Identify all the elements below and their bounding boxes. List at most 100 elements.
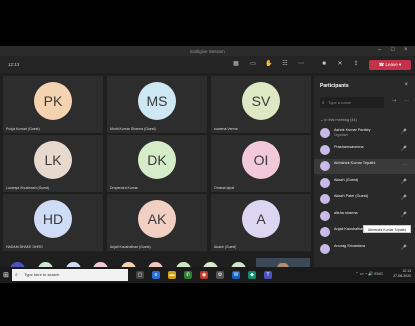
video-tile[interactable]: HD HADAM BHAKE DHRO	[3, 194, 103, 251]
mic-icon[interactable]: 🎤	[401, 179, 407, 185]
teams-icon[interactable]: T	[264, 271, 272, 279]
avatar	[320, 194, 330, 204]
avatar	[320, 243, 330, 254]
participants-panel: Participants × ⌕ Type a name ⇢ ⋯ ⌄ In th…	[314, 76, 415, 283]
mic-icon[interactable]: 🎤	[401, 212, 407, 218]
edge-icon[interactable]: e	[152, 271, 160, 279]
avatar	[320, 177, 330, 188]
video-tile[interactable]: PK Pooja Kumari (Guest)	[3, 76, 103, 133]
taskbar-search-input[interactable]: ⌕ Type here to search	[12, 269, 128, 281]
avatar: SV	[242, 82, 280, 120]
avatar: PK	[34, 82, 72, 120]
participant-row[interactable]: Akash (Guest) 🎤	[314, 176, 415, 191]
video-tile[interactable]: OI Omana Iqbal	[211, 135, 311, 192]
windows-start-icon[interactable]: ⊞	[3, 271, 9, 279]
avatar	[320, 128, 330, 138]
maximize-icon[interactable]: □	[391, 47, 395, 53]
mic-off-icon[interactable]: ✕	[336, 60, 344, 68]
mic-icon[interactable]: 🎤	[401, 245, 407, 251]
raise-hand-icon[interactable]: ✋	[265, 60, 273, 68]
more-actions-icon[interactable]: ⋯	[297, 60, 305, 68]
search-placeholder: Type a name	[328, 100, 352, 105]
taskbar-search-placeholder: Type here to search	[24, 272, 60, 277]
participant-name: Prashamsaveena	[334, 144, 364, 149]
layout-icon[interactable]: ▦	[232, 60, 240, 68]
mic-icon[interactable]: 🎤	[401, 129, 407, 135]
video-tile[interactable]: SV suvarna Verma	[211, 76, 311, 133]
avatar	[320, 161, 330, 171]
mic-icon[interactable]: 🎤	[401, 146, 407, 152]
people-icon[interactable]: ☷	[281, 60, 289, 68]
participant-name: Akash (Guest)	[334, 177, 359, 182]
participant-name: Anurag Srivastava	[334, 243, 366, 248]
screen: Earligive Session – □ × 12:13 ▦ ▭ ✋ ☷ ⋯ …	[0, 0, 415, 326]
app-icon[interactable]: ◆	[248, 271, 256, 279]
avatar: HD	[34, 200, 72, 238]
minimize-icon[interactable]: –	[378, 47, 381, 53]
participant-row[interactable]: Prashamsaveena 🎤	[314, 143, 415, 158]
participant-role: Organiser	[334, 133, 348, 137]
avatar: OI	[242, 141, 280, 179]
panel-title: Participants	[320, 83, 349, 89]
participant-name: Omana Iqbal	[214, 186, 235, 190]
meeting-timer: 12:13	[8, 62, 20, 67]
participant-tooltip: Abhishek Kumar Tripathi	[363, 225, 411, 233]
participant-name: HADAM BHAKE DHRO	[6, 245, 43, 249]
whatsapp-icon[interactable]: ✆	[184, 271, 192, 279]
participant-name: Pooja Kumari (Guest)	[6, 127, 40, 131]
window-title: Earligive Session	[190, 48, 225, 54]
participant-name: suvarna Verma	[214, 127, 238, 131]
teams-meeting-window: Earligive Session – □ × 12:13 ▦ ▭ ✋ ☷ ⋯ …	[0, 46, 415, 283]
video-tile[interactable]: A Akash (Guest)	[211, 194, 311, 251]
avatar: DK	[138, 141, 176, 179]
participant-row[interactable]: Ashok Kumar Pantley Organiser 🎤	[314, 126, 415, 141]
avatar: LK	[34, 141, 72, 179]
leave-label: Leave	[385, 62, 398, 67]
close-icon[interactable]: ×	[404, 47, 408, 53]
video-tile[interactable]: DK Dropendra Kumar	[107, 135, 207, 192]
taskbar-clock[interactable]: 12:13 27-08-2020	[393, 269, 411, 279]
section-label: In this meeting (44)	[324, 118, 357, 122]
search-icon: ⌕	[15, 272, 18, 278]
avatar	[320, 144, 330, 155]
avatar: A	[242, 200, 280, 238]
task-view-icon[interactable]: ▢	[136, 271, 144, 279]
file-explorer-icon[interactable]: ▬	[168, 271, 176, 279]
participant-name: alisha sharma	[334, 210, 358, 215]
participant-row[interactable]: Akash Patel (Guest) 🎤	[314, 192, 415, 207]
participant-search-input[interactable]: ⌕ Type a name	[320, 97, 384, 108]
chat-icon[interactable]: ▭	[249, 60, 257, 68]
panel-close-icon[interactable]: ×	[404, 82, 408, 88]
chrome-icon[interactable]: ◉	[200, 271, 208, 279]
title-bar: Earligive Session – □ ×	[0, 46, 415, 56]
video-tile[interactable]: LK Lovanya Khushwah (Guest)	[3, 135, 103, 192]
word-icon[interactable]: W	[232, 271, 240, 279]
video-tile[interactable]: MS Mohit Kumar Sharma (Guest)	[107, 76, 207, 133]
settings-icon[interactable]: ⚙	[216, 271, 224, 279]
avatar: MS	[138, 82, 176, 120]
leave-button[interactable]: ☎ Leave ▾	[369, 60, 411, 70]
mic-icon[interactable]: 🎤	[401, 195, 407, 201]
participant-row[interactable]: alisha sharma 🎤	[314, 209, 415, 224]
participant-name: Akash (Guest)	[214, 245, 237, 249]
participant-row[interactable]: Anurag Srivastava 🎤	[314, 242, 415, 257]
participant-name: Abhishek Kumar Tripathi	[334, 161, 376, 165]
participant-name: Ashok Kumar Pantley	[334, 128, 371, 132]
share-screen-icon[interactable]: ⇪	[352, 60, 360, 68]
video-tile[interactable]: AK Anjali Kaushalhan (Guest)	[107, 194, 207, 251]
participant-name: Lovanya Khushwah (Guest)	[6, 186, 50, 190]
participant-name: Akash Patel (Guest)	[334, 194, 368, 198]
participant-row[interactable]: Abhishek Kumar Tripathi ⋯	[314, 159, 415, 174]
panel-more-icon[interactable]: ⋯	[404, 98, 409, 104]
section-header[interactable]: ⌄ In this meeting (44)	[320, 117, 357, 122]
more-options-icon[interactable]: ⋯	[402, 162, 407, 168]
video-grid: PK Pooja Kumari (Guest) MS Mohit Kumar Shar…	[0, 76, 312, 256]
add-people-icon[interactable]: ⇢	[392, 98, 396, 104]
participant-name: Anjali Kaushalhan (Guest)	[110, 245, 151, 249]
meeting-toolbar: 12:13 ▦ ▭ ✋ ☷ ⋯	[0, 56, 312, 73]
system-tray-icons[interactable]: ⌃ ▭ ◔ 🔊 ENG	[355, 271, 383, 276]
avatar	[320, 210, 330, 221]
camera-icon[interactable]: ■	[320, 60, 328, 68]
avatar: AK	[138, 200, 176, 238]
participant-name: Dropendra Kumar	[110, 186, 138, 190]
